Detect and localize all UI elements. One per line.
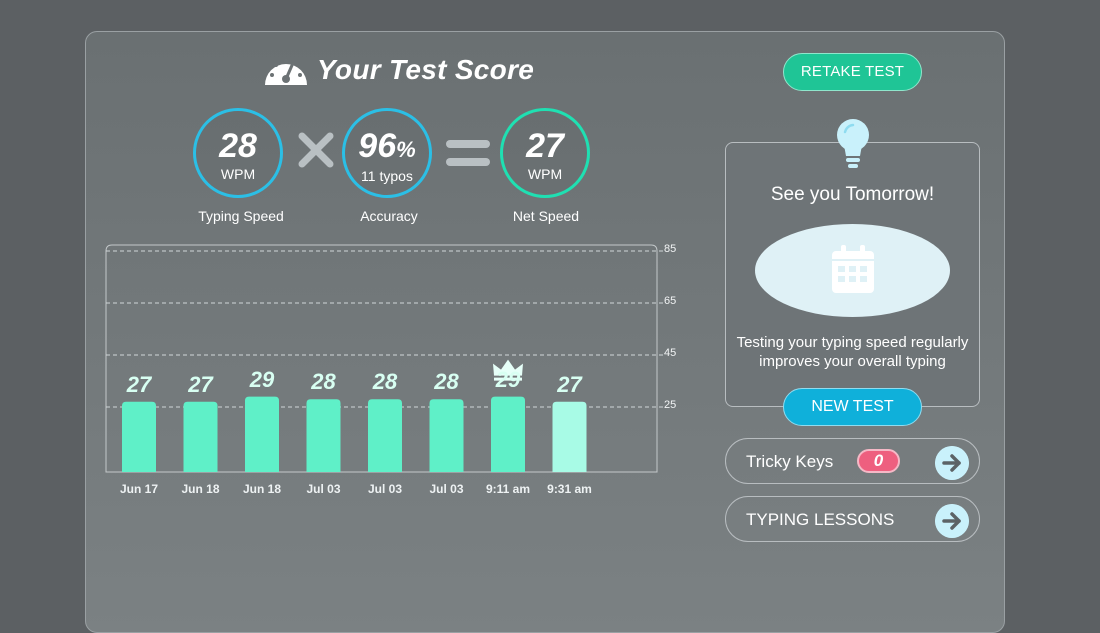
retake-test-button[interactable]: RETAKE TEST	[783, 53, 922, 91]
calendar-icon	[832, 245, 874, 293]
bar-data-label: 28	[434, 369, 459, 395]
history-chart-svg	[105, 244, 665, 473]
tip-title: See you Tomorrow!	[770, 184, 935, 205]
chart-bar[interactable]	[491, 396, 525, 472]
y-tick-label: 65	[664, 295, 677, 307]
x-tick-label: Jul 03	[367, 482, 403, 496]
typing-lessons-label: TYPING LESSONS	[746, 510, 895, 529]
tricky-keys-link[interactable]: Tricky Keys 0	[725, 438, 980, 484]
chart-bar[interactable]	[183, 401, 218, 472]
y-tick-label: 45	[664, 347, 677, 359]
chart-bar[interactable]	[368, 399, 402, 472]
new-test-button[interactable]: NEW TEST	[783, 388, 922, 426]
bar-data-label: 27	[126, 371, 152, 397]
x-tick-label: 9:11 am	[485, 482, 531, 496]
x-tick-label: Jun 17	[119, 482, 158, 496]
x-tick-label: Jul 03	[306, 482, 341, 496]
x-tick-label: Jun 18	[242, 482, 281, 496]
x-tick-label: 9:31 am	[547, 482, 592, 496]
tip-text: Testing your typing speed regularly impr…	[725, 333, 980, 371]
y-tick-label: 25	[664, 399, 677, 411]
x-tick-label: Jul 03	[429, 482, 464, 496]
typing-lessons-link[interactable]: TYPING LESSONS	[725, 496, 980, 542]
y-tick-label: 85	[664, 243, 677, 255]
bar-data-label: 29	[495, 366, 521, 392]
chart-bar[interactable]	[552, 401, 587, 472]
lightbulb-icon	[837, 119, 869, 168]
tricky-keys-label: Tricky Keys	[746, 452, 834, 471]
bar-data-label: 29	[249, 366, 275, 392]
chart-bar[interactable]	[122, 401, 156, 472]
chart-bar[interactable]	[306, 399, 341, 472]
chart-bar[interactable]	[429, 399, 464, 472]
bar-data-label: 27	[188, 371, 213, 397]
bar-data-label: 28	[372, 369, 398, 395]
tricky-keys-count-badge: 0	[857, 449, 900, 473]
arrow-right-icon[interactable]	[935, 504, 969, 538]
bar-data-label: 27	[557, 371, 582, 397]
x-tick-label: Jun 18	[181, 482, 220, 496]
tip-text-line2: improves your overall typing	[759, 353, 946, 370]
arrow-right-icon[interactable]	[935, 446, 969, 480]
chart-bar[interactable]	[245, 396, 279, 472]
tip-text-line1: Testing your typing speed regularly	[736, 334, 969, 351]
bar-data-label: 28	[311, 369, 336, 395]
